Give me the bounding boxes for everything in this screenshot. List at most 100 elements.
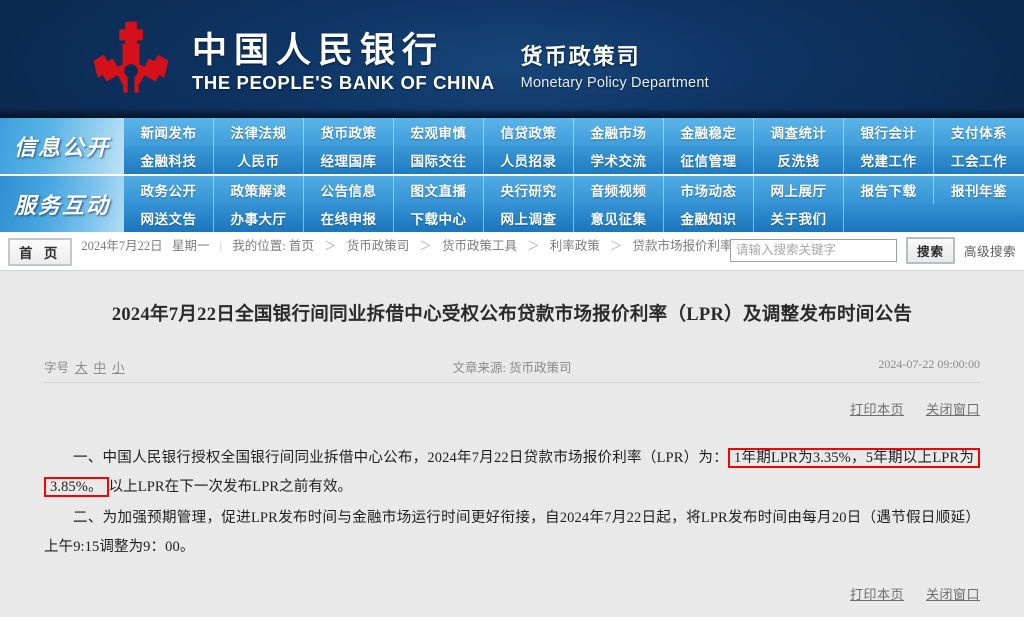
article-tools-bottom: 打印本页 关闭窗口 xyxy=(44,584,980,603)
content-area: 2024年7月22日全国银行间同业拆借中心受权公布贷款市场报价利率（LPR）及调… xyxy=(0,271,1024,617)
breadcrumb-link-monetary-policy-dept[interactable]: 货币政策司 xyxy=(347,239,410,253)
nav-section-label-information[interactable]: 信息公开 xyxy=(0,118,124,174)
breadcrumb: 2024年7月22日 星期一 | 我的位置: 首页 ＞ 货币政策司 ＞ 货币政策… xyxy=(81,237,761,255)
department-name-cn: 货币政策司 xyxy=(520,43,641,69)
nav-item-central-bank-research[interactable]: 央行研究 xyxy=(484,176,574,204)
paragraph-1-tail: 以上LPR在下一次发布LPR之前有效。 xyxy=(108,478,353,495)
nav-item-treasury[interactable]: 经理国库 xyxy=(304,146,394,174)
nav-item-policy-interpretation[interactable]: 政策解读 xyxy=(214,176,304,204)
article-paragraph-1: 一、中国人民银行授权全国银行间同业拆借中心公布，2024年7月22日贷款市场报价… xyxy=(44,444,980,502)
nav-item-financial-market[interactable]: 金融市场 xyxy=(574,118,664,146)
nav-item-monetary-policy[interactable]: 货币政策 xyxy=(304,118,394,146)
close-window-link-top[interactable]: 关闭窗口 xyxy=(926,399,980,418)
chevron-right-icon: ＞ xyxy=(609,239,623,253)
nav-item-anti-money-laundering[interactable]: 反洗钱 xyxy=(754,146,844,174)
print-page-link-bottom[interactable]: 打印本页 xyxy=(850,584,904,603)
font-size-small[interactable]: 小 xyxy=(112,357,125,376)
nav-group-information: 信息公开 新闻发布 法律法规 货币政策 宏观审慎 信贷政策 金融市场 金融稳定 … xyxy=(0,118,1024,174)
nav-item-party-building[interactable]: 党建工作 xyxy=(844,146,934,174)
current-date: 2024年7月22日 xyxy=(81,239,163,253)
nav-item-fintech[interactable]: 金融科技 xyxy=(124,146,214,174)
print-page-link-top[interactable]: 打印本页 xyxy=(850,399,904,418)
current-weekday: 星期一 xyxy=(172,239,210,253)
nav-item-empty xyxy=(844,204,934,232)
nav-item-online-documents[interactable]: 网送文告 xyxy=(124,204,214,232)
nav-item-recruitment[interactable]: 人员招录 xyxy=(484,146,574,174)
bank-name-cn: 中国人民银行 xyxy=(192,30,445,70)
font-size-controls: 字号 大 中 小 xyxy=(44,357,125,376)
nav-item-macroprudential[interactable]: 宏观审慎 xyxy=(394,118,484,146)
nav-item-laws[interactable]: 法律法规 xyxy=(214,118,304,146)
nav-item-credit-policy[interactable]: 信贷政策 xyxy=(484,118,574,146)
nav-item-about-us[interactable]: 关于我们 xyxy=(754,204,844,232)
search-input[interactable] xyxy=(729,239,897,262)
nav-row: 政务公开 政策解读 公告信息 图文直播 央行研究 音频视频 市场动态 网上展厅 … xyxy=(124,176,1024,204)
site-masthead: 中国人民银行 THE PEOPLE'S BANK OF CHINA 货币政策司 … xyxy=(0,0,1024,118)
nav-item-audio-video[interactable]: 音频视频 xyxy=(574,176,664,204)
nav-item-union-work[interactable]: 工会工作 xyxy=(934,146,1024,174)
article-paragraph-2: 二、为加强预期管理，促进LPR发布时间与金融市场运行时间更好衔接，自2024年7… xyxy=(44,509,980,555)
nav-item-feedback[interactable]: 意见征集 xyxy=(574,204,664,232)
breadcrumb-link-rate-policy[interactable]: 利率政策 xyxy=(550,239,600,253)
chevron-right-icon: ＞ xyxy=(527,239,540,253)
nav-item-payment-system[interactable]: 支付体系 xyxy=(934,118,1024,146)
nav-cells-information: 新闻发布 法律法规 货币政策 宏观审慎 信贷政策 金融市场 金融稳定 调查统计 … xyxy=(124,118,1024,174)
nav-item-yearbook[interactable]: 报刊年鉴 xyxy=(934,176,1024,204)
department-block: 货币政策司 Monetary Policy Department xyxy=(521,43,709,98)
home-button[interactable]: 首 页 xyxy=(8,238,73,266)
nav-item-government-affairs[interactable]: 政务公开 xyxy=(124,176,214,204)
search-button[interactable]: 搜索 xyxy=(905,237,955,264)
nav-item-international[interactable]: 国际交往 xyxy=(394,146,484,174)
nav-item-academic-exchange[interactable]: 学术交流 xyxy=(574,146,664,174)
breadcrumb-position-label: 我的位置: xyxy=(232,239,286,253)
bank-name-block: 中国人民银行 THE PEOPLE'S BANK OF CHINA xyxy=(192,31,495,98)
nav-item-online-survey[interactable]: 网上调查 xyxy=(484,204,574,232)
nav-item-credit-reference[interactable]: 征信管理 xyxy=(664,146,754,174)
nav-item-market-dynamics[interactable]: 市场动态 xyxy=(664,176,754,204)
nav-item-online-declaration[interactable]: 在线申报 xyxy=(304,204,394,232)
chevron-right-icon: ＞ xyxy=(419,239,432,253)
nav-row: 新闻发布 法律法规 货币政策 宏观审慎 信贷政策 金融市场 金融稳定 调查统计 … xyxy=(124,118,1024,146)
chevron-right-icon: ＞ xyxy=(324,239,337,253)
breadcrumb-divider: | xyxy=(219,239,223,253)
nav-item-news[interactable]: 新闻发布 xyxy=(124,118,214,146)
article-tools-top: 打印本页 关闭窗口 xyxy=(44,399,980,418)
nav-item-online-exhibition[interactable]: 网上展厅 xyxy=(754,176,844,204)
article-timestamp: 2024-07-22 09:00:00 xyxy=(878,356,980,371)
nav-item-financial-knowledge[interactable]: 金融知识 xyxy=(664,204,754,232)
nav-group-services: 服务互动 政务公开 政策解读 公告信息 图文直播 央行研究 音频视频 市场动态 … xyxy=(0,176,1024,232)
nav-item-financial-stability[interactable]: 金融稳定 xyxy=(664,118,754,146)
nav-item-survey-statistics[interactable]: 调查统计 xyxy=(754,118,844,146)
nav-item-bank-accounting[interactable]: 银行会计 xyxy=(844,118,934,146)
nav-item-report-download[interactable]: 报告下载 xyxy=(844,176,934,204)
paragraph-1-lead: 一、中国人民银行授权全国银行间同业拆借中心公布，2024年7月22日贷款市场报价… xyxy=(73,449,728,466)
brand-lockup: 中国人民银行 THE PEOPLE'S BANK OF CHINA 货币政策司 … xyxy=(88,20,709,98)
nav-item-live-stream[interactable]: 图文直播 xyxy=(394,176,484,204)
nav-item-announcements[interactable]: 公告信息 xyxy=(304,176,394,204)
nav-row: 网送文告 办事大厅 在线申报 下载中心 网上调查 意见征集 金融知识 关于我们 xyxy=(124,204,1024,232)
breadcrumb-bar: 首 页 2024年7月22日 星期一 | 我的位置: 首页 ＞ 货币政策司 ＞ … xyxy=(0,232,1024,271)
nav-row: 金融科技 人民币 经理国库 国际交往 人员招录 学术交流 征信管理 反洗钱 党建… xyxy=(124,146,1024,174)
article: 2024年7月22日全国银行间同业拆借中心受权公布贷款市场报价利率（LPR）及调… xyxy=(0,271,1024,603)
nav-item-rmb[interactable]: 人民币 xyxy=(214,146,304,174)
breadcrumb-link-home[interactable]: 首页 xyxy=(289,239,314,253)
font-size-label: 字号 xyxy=(44,360,70,375)
nav-cells-services: 政务公开 政策解读 公告信息 图文直播 央行研究 音频视频 市场动态 网上展厅 … xyxy=(124,176,1024,232)
nav-section-label-services[interactable]: 服务互动 xyxy=(0,176,124,232)
bank-name-en: THE PEOPLE'S BANK OF CHINA xyxy=(192,71,495,93)
page-title: 2024年7月22日全国银行间同业拆借中心受权公布贷款市场报价利率（LPR）及调… xyxy=(111,305,913,325)
nav-item-service-hall[interactable]: 办事大厅 xyxy=(214,204,304,232)
font-size-medium[interactable]: 中 xyxy=(94,357,107,376)
nav-item-download-center[interactable]: 下载中心 xyxy=(394,204,484,232)
font-size-large[interactable]: 大 xyxy=(75,357,88,376)
close-window-link-bottom[interactable]: 关闭窗口 xyxy=(926,584,980,603)
breadcrumb-link-policy-tools[interactable]: 货币政策工具 xyxy=(442,239,517,253)
article-body: 一、中国人民银行授权全国银行间同业拆借中心公布，2024年7月22日贷款市场报价… xyxy=(44,444,980,562)
nav-item-empty xyxy=(934,204,1024,232)
search-area: 搜索 高级搜索 xyxy=(729,237,1016,264)
main-navigation: 信息公开 新闻发布 法律法规 货币政策 宏观审慎 信贷政策 金融市场 金融稳定 … xyxy=(0,118,1024,232)
pboc-emblem-icon xyxy=(93,21,169,95)
article-meta-row: 字号 大 中 小 文章来源: 货币政策司 2024-07-22 09:00:00 xyxy=(44,357,980,383)
advanced-search-link[interactable]: 高级搜索 xyxy=(964,241,1016,260)
department-name-en: Monetary Policy Department xyxy=(520,75,709,92)
